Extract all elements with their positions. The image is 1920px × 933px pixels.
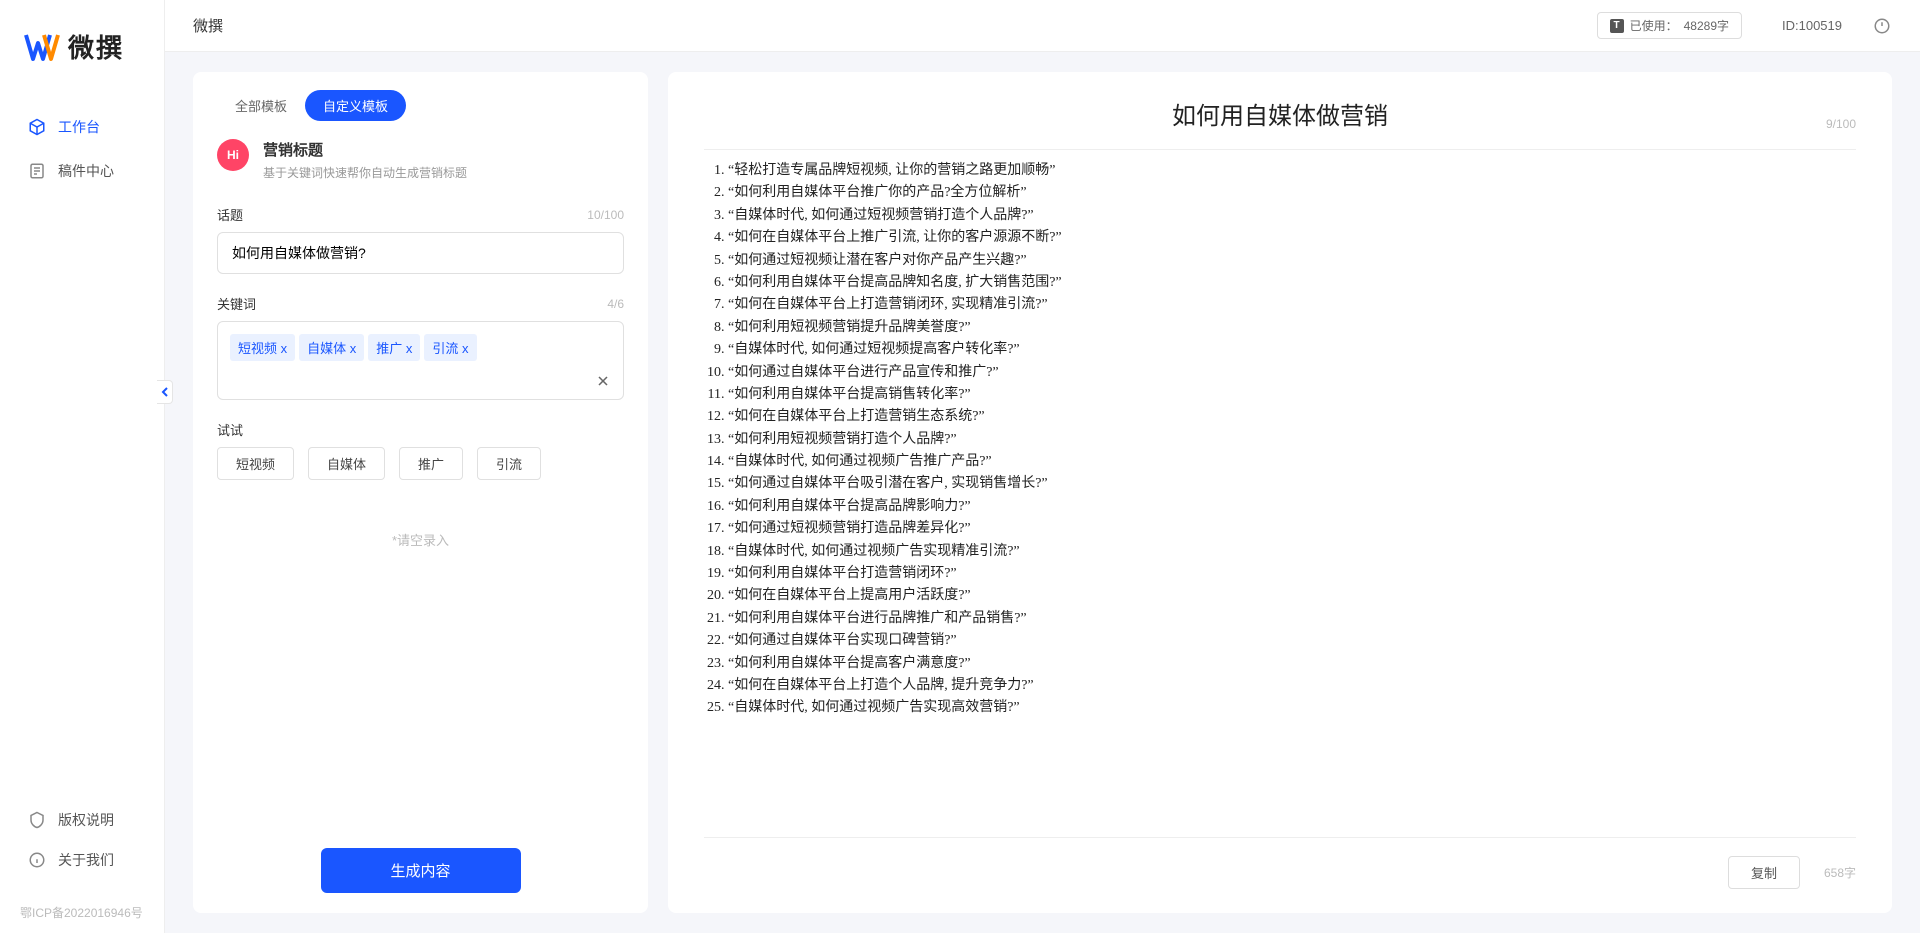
result-item: “轻松打造专属品牌短视频, 让你的营销之路更加顺畅” — [728, 160, 1856, 182]
result-item: “自媒体时代, 如何通过视频广告实现精准引流?” — [728, 541, 1856, 563]
sidebar-item-label: 关于我们 — [58, 850, 114, 870]
shield-icon — [28, 811, 46, 829]
logo-icon — [24, 29, 60, 65]
keywords-input[interactable]: 短视频 x自媒体 x推广 x引流 x — [217, 321, 624, 400]
result-body: “轻松打造专属品牌短视频, 让你的营销之路更加顺畅”“如何利用自媒体平台推广你的… — [704, 160, 1856, 837]
result-title-counter: 9/100 — [1826, 117, 1856, 131]
suggestion-row: 短视频自媒体推广引流 — [217, 447, 624, 480]
template-icon: Hi — [217, 139, 249, 171]
suggestion-chip[interactable]: 引流 — [477, 447, 541, 480]
result-item: “如何利用自媒体平台提高销售转化率?” — [728, 384, 1856, 406]
sidebar: 微撰 工作台 稿件中心 版权说明 — [0, 0, 165, 933]
usage-label: 已使用： — [1630, 17, 1678, 34]
keyword-tag[interactable]: 自媒体 x — [299, 334, 364, 361]
sidebar-item-label: 稿件中心 — [58, 161, 114, 181]
nav-bottom: 版权说明 关于我们 — [0, 800, 164, 900]
document-icon — [28, 162, 46, 180]
icp-text: 鄂ICP备2022016946号 — [0, 900, 164, 933]
template-tabs: 全部模板 自定义模板 — [217, 90, 624, 121]
cube-icon — [28, 118, 46, 136]
result-item: “如何利用短视频营销打造个人品牌?” — [728, 429, 1856, 451]
result-item: “自媒体时代, 如何通过视频广告推广产品?” — [728, 451, 1856, 473]
main: 微撰 T 已使用： 48289字 ID:100519 全部模板 自定义模板 Hi — [165, 0, 1920, 933]
keyword-tag[interactable]: 短视频 x — [230, 334, 295, 361]
result-item: “自媒体时代, 如何通过短视频提高客户转化率?” — [728, 339, 1856, 361]
sidebar-collapse-toggle[interactable] — [157, 380, 173, 404]
copy-button[interactable]: 复制 — [1728, 856, 1800, 889]
result-item: “如何利用短视频营销提升品牌美誉度?” — [728, 317, 1856, 339]
keyword-tag[interactable]: 引流 x — [424, 334, 476, 361]
result-item: “如何通过短视频营销打造品牌差异化?” — [728, 518, 1856, 540]
sidebar-item-copyright[interactable]: 版权说明 — [10, 800, 154, 840]
suggestion-chip[interactable]: 推广 — [399, 447, 463, 480]
template-title: 营销标题 — [263, 139, 467, 160]
result-item: “如何利用自媒体平台提高品牌影响力?” — [728, 496, 1856, 518]
result-title: 如何用自媒体做营销 — [1172, 96, 1388, 131]
nav-main: 工作台 稿件中心 — [0, 105, 164, 800]
result-item: “如何在自媒体平台上打造个人品牌, 提升竞争力?” — [728, 675, 1856, 697]
result-item: “如何通过自媒体平台吸引潜在客户, 实现销售增长?” — [728, 473, 1856, 495]
info-icon — [28, 851, 46, 869]
topic-counter: 10/100 — [587, 208, 624, 222]
usage-badge: T 已使用： 48289字 — [1597, 12, 1742, 39]
page-title: 微撰 — [193, 15, 223, 36]
result-item: “如何通过自媒体平台实现口碑营销?” — [728, 630, 1856, 652]
result-item: “自媒体时代, 如何通过短视频营销打造个人品牌?” — [728, 205, 1856, 227]
logo: 微撰 — [0, 0, 164, 105]
result-item: “如何在自媒体平台上提高用户活跃度?” — [728, 585, 1856, 607]
result-item: “如何利用自媒体平台提高品牌知名度, 扩大销售范围?” — [728, 272, 1856, 294]
result-item: “如何在自媒体平台上推广引流, 让你的客户源源不断?” — [728, 227, 1856, 249]
suggestion-chip[interactable]: 自媒体 — [308, 447, 385, 480]
result-item: “如何通过自媒体平台进行产品宣传和推广?” — [728, 362, 1856, 384]
result-item: “如何利用自媒体平台提高客户满意度?” — [728, 653, 1856, 675]
sidebar-item-label: 工作台 — [58, 117, 100, 137]
template-desc: 基于关键词快速帮你自动生成营销标题 — [263, 164, 467, 181]
generate-button[interactable]: 生成内容 — [321, 848, 521, 893]
result-char-count: 658字 — [1824, 864, 1856, 881]
suggestion-chip[interactable]: 短视频 — [217, 447, 294, 480]
keywords-label: 关键词 — [217, 294, 256, 313]
text-icon: T — [1610, 19, 1624, 33]
keywords-counter: 4/6 — [607, 297, 624, 311]
config-panel: 全部模板 自定义模板 Hi 营销标题 基于关键词快速帮你自动生成营销标题 话题 … — [193, 72, 648, 913]
result-item: “如何在自媒体平台上打造营销闭环, 实现精准引流?” — [728, 294, 1856, 316]
sidebar-item-label: 版权说明 — [58, 810, 114, 830]
topic-label: 话题 — [217, 205, 243, 224]
result-item: “自媒体时代, 如何通过视频广告实现高效营销?” — [728, 697, 1856, 719]
fill-required-hint: *请空录入 — [217, 530, 624, 549]
tab-all-templates[interactable]: 全部模板 — [217, 90, 305, 121]
sidebar-item-workbench[interactable]: 工作台 — [10, 105, 154, 149]
template-header: Hi 营销标题 基于关键词快速帮你自动生成营销标题 — [217, 139, 624, 181]
logo-text: 微撰 — [68, 28, 124, 65]
sidebar-item-drafts[interactable]: 稿件中心 — [10, 149, 154, 193]
result-item: “如何利用自媒体平台进行品牌推广和产品销售?” — [728, 608, 1856, 630]
topic-input[interactable] — [217, 232, 624, 274]
result-item: “如何利用自媒体平台打造营销闭环?” — [728, 563, 1856, 585]
result-panel: 如何用自媒体做营销 9/100 “轻松打造专属品牌短视频, 让你的营销之路更加顺… — [668, 72, 1892, 913]
sidebar-item-about[interactable]: 关于我们 — [10, 840, 154, 880]
logout-button[interactable] — [1872, 16, 1892, 36]
user-id: ID:100519 — [1782, 18, 1842, 33]
close-icon[interactable] — [593, 371, 613, 391]
result-item: “如何通过短视频让潜在客户对你产品产生兴趣?” — [728, 250, 1856, 272]
topbar: 微撰 T 已使用： 48289字 ID:100519 — [165, 0, 1920, 52]
usage-value: 48289字 — [1684, 17, 1729, 34]
result-item: “如何在自媒体平台上打造营销生态系统?” — [728, 406, 1856, 428]
keyword-tag[interactable]: 推广 x — [368, 334, 420, 361]
tab-custom-templates[interactable]: 自定义模板 — [305, 90, 406, 121]
suggest-label: 试试 — [217, 420, 243, 439]
result-item: “如何利用自媒体平台推广你的产品?全方位解析” — [728, 182, 1856, 204]
